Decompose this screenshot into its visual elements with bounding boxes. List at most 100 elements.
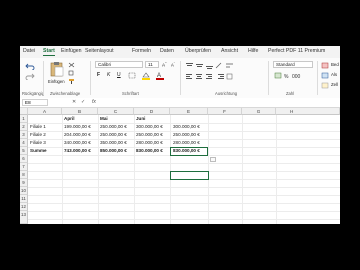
vertical-align-icons[interactable] (185, 62, 223, 69)
value-cell[interactable]: 280.000,00 € (136, 139, 163, 147)
group-label-alignment: Ausrichtung (215, 91, 238, 96)
format-painter-icon[interactable] (68, 78, 75, 84)
conditional-format-label: Bed (331, 62, 339, 67)
gridline (208, 115, 209, 224)
column-header[interactable]: D (134, 108, 170, 115)
value-cell[interactable]: 250.000,00 € (136, 131, 163, 139)
column-header[interactable]: A (28, 108, 62, 115)
formula-bar: E8 ✕ ✓ fx (20, 98, 340, 108)
sum-label-cell[interactable]: Summe (30, 147, 47, 155)
gridline (276, 115, 277, 224)
table-format-icon[interactable] (321, 72, 329, 79)
cut-icon[interactable] (68, 62, 75, 68)
paste-icon[interactable] (50, 61, 64, 77)
italic-icon[interactable]: K (107, 72, 110, 78)
gridline (62, 115, 63, 224)
sum-cell[interactable]: 830.000,00 € (136, 147, 163, 155)
redo-icon[interactable] (25, 72, 35, 80)
function-icon[interactable]: fx (92, 99, 96, 105)
font-name-select[interactable]: Calibri (95, 61, 143, 68)
enter-icon[interactable]: ✓ (81, 99, 85, 105)
row-header[interactable]: 3 (20, 131, 28, 139)
spreadsheet-grid[interactable]: A B C D E F G H 1 2 3 4 5 6 7 8 9 10 11 … (20, 108, 340, 224)
copied-range-marker (170, 147, 208, 156)
row-header[interactable]: 2 (20, 123, 28, 131)
tab-start[interactable]: Start (43, 48, 55, 56)
row-header[interactable]: 5 (20, 147, 28, 155)
value-cell[interactable]: 280.000,00 € (173, 139, 200, 147)
conditional-format-icon[interactable] (321, 62, 329, 69)
group-label-clipboard: Zwischenablage (50, 91, 81, 96)
tab-ueberpruefen[interactable]: Überprüfen (185, 48, 211, 54)
row-header[interactable]: 13 (20, 211, 28, 224)
fill-color-icon[interactable] (141, 72, 151, 80)
decrease-font-icon[interactable]: Aˇ (171, 61, 175, 67)
value-cell[interactable]: 350.000,00 € (100, 139, 127, 147)
value-cell[interactable]: 250.000,00 € (173, 131, 200, 139)
active-cell-e8[interactable] (170, 171, 209, 180)
value-cell[interactable]: 300.000,00 € (173, 123, 200, 131)
tab-seitenlayout[interactable]: Seitenlayout (85, 48, 114, 54)
tab-einfuegen[interactable]: Einfügen (61, 48, 81, 54)
increase-font-icon[interactable]: A^ (162, 61, 167, 68)
row-label-cell[interactable]: Filiale 1 (30, 123, 46, 131)
row-header[interactable]: 11 (20, 195, 28, 203)
wrap-text-icon[interactable] (225, 62, 235, 69)
undo-icon[interactable] (25, 62, 35, 70)
value-cell[interactable]: 250.000,00 € (100, 123, 127, 131)
row-header[interactable]: 7 (20, 163, 28, 171)
row-header[interactable]: 9 (20, 179, 28, 187)
paste-label: Einfügen (48, 79, 65, 84)
column-header[interactable]: G (242, 108, 276, 115)
tab-ansicht[interactable]: Ansicht (221, 48, 238, 54)
tab-perfect-pdf[interactable]: Perfect PDF 11 Premium (268, 48, 325, 54)
header-cell[interactable]: Mai (100, 115, 108, 123)
tab-formeln[interactable]: Formeln (132, 48, 151, 54)
formula-input[interactable] (102, 99, 338, 106)
divider (90, 61, 91, 95)
value-cell[interactable]: 250.000,00 € (100, 131, 127, 139)
value-cell[interactable]: 199.000,00 € (64, 123, 91, 131)
header-cell[interactable]: April (64, 115, 74, 123)
tab-daten[interactable]: Daten (160, 48, 174, 54)
column-header[interactable]: B (62, 108, 98, 115)
bold-icon[interactable]: F (97, 72, 100, 78)
font-size-select[interactable]: 11 (145, 61, 159, 68)
select-all-corner[interactable] (20, 108, 28, 115)
row-header[interactable]: 4 (20, 139, 28, 147)
sum-cell[interactable]: 850.000,00 € (100, 147, 127, 155)
number-format-select[interactable]: Standard (273, 61, 313, 68)
header-cell[interactable]: Juni (136, 115, 145, 123)
column-header[interactable]: F (208, 108, 242, 115)
value-cell[interactable]: 204.000,00 € (64, 131, 91, 139)
row-label-cell[interactable]: Filiale 2 (30, 131, 46, 139)
row-header[interactable]: 10 (20, 187, 28, 195)
name-box[interactable]: E8 (22, 99, 48, 106)
tab-hilfe[interactable]: Hilfe (248, 48, 258, 54)
font-color-icon[interactable]: A (155, 71, 165, 80)
underline-icon[interactable]: U (117, 72, 121, 78)
row-header[interactable]: 12 (20, 203, 28, 211)
cell-styles-icon[interactable] (321, 82, 329, 89)
borders-icon[interactable] (128, 72, 136, 79)
sum-cell[interactable]: 743.000,00 € (64, 147, 91, 155)
number-format-icons[interactable]: % 000 (274, 72, 310, 80)
gridline (28, 203, 340, 204)
row-label-cell[interactable]: Filiale 3 (30, 139, 46, 147)
column-header[interactable]: H (276, 108, 340, 115)
row-header[interactable]: 1 (20, 115, 28, 123)
row-header[interactable]: 6 (20, 155, 28, 163)
horizontal-align-icons[interactable] (185, 73, 233, 80)
tab-datei[interactable]: Datei (23, 48, 35, 54)
copy-icon[interactable] (68, 70, 75, 76)
value-cell[interactable]: 340.000,00 € (64, 139, 91, 147)
value-cell[interactable]: 300.000,00 € (136, 123, 163, 131)
quick-analysis-icon[interactable] (210, 157, 216, 162)
column-header[interactable]: E (170, 108, 208, 115)
excel-window: Datei Start Einfügen Seitenlayout Formel… (20, 46, 340, 224)
column-header[interactable]: C (98, 108, 134, 115)
cancel-icon[interactable]: ✕ (72, 99, 76, 105)
row-header[interactable]: 8 (20, 171, 28, 179)
divider (180, 61, 181, 95)
table-format-label: Als (331, 72, 338, 77)
